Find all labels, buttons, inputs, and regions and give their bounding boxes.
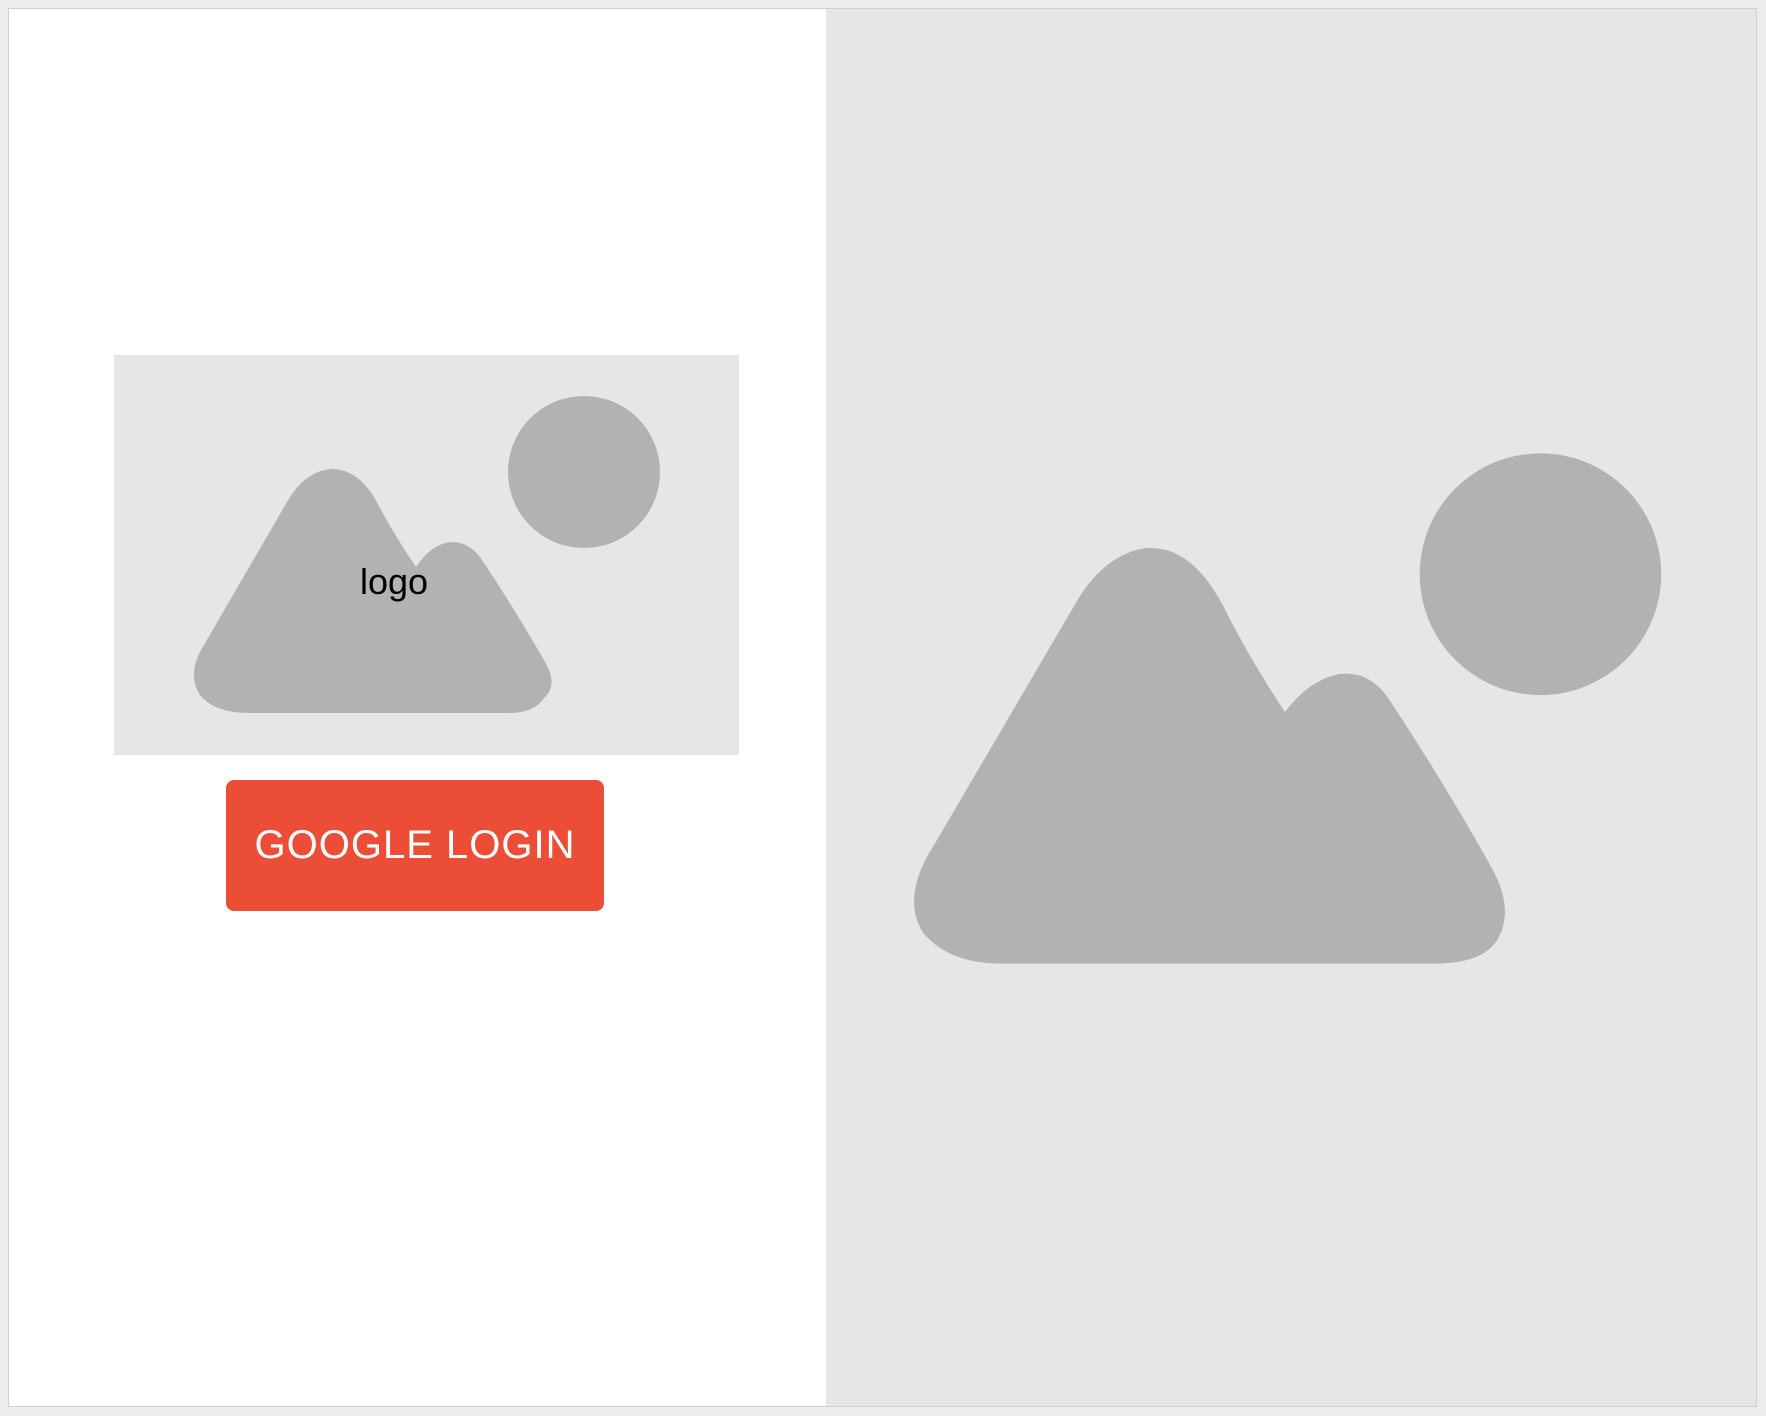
logo-label: logo [359,561,429,602]
google-login-button[interactable]: GOOGLE LOGIN [226,780,604,911]
logo-image: logo [114,355,739,755]
image-placeholder-icon [914,453,1662,964]
image-placeholder-icon [193,396,660,713]
app-window: logo GOOGLE LOGIN [8,8,1757,1407]
login-panel: logo GOOGLE LOGIN [9,9,826,1406]
hero-image [826,9,1756,1406]
